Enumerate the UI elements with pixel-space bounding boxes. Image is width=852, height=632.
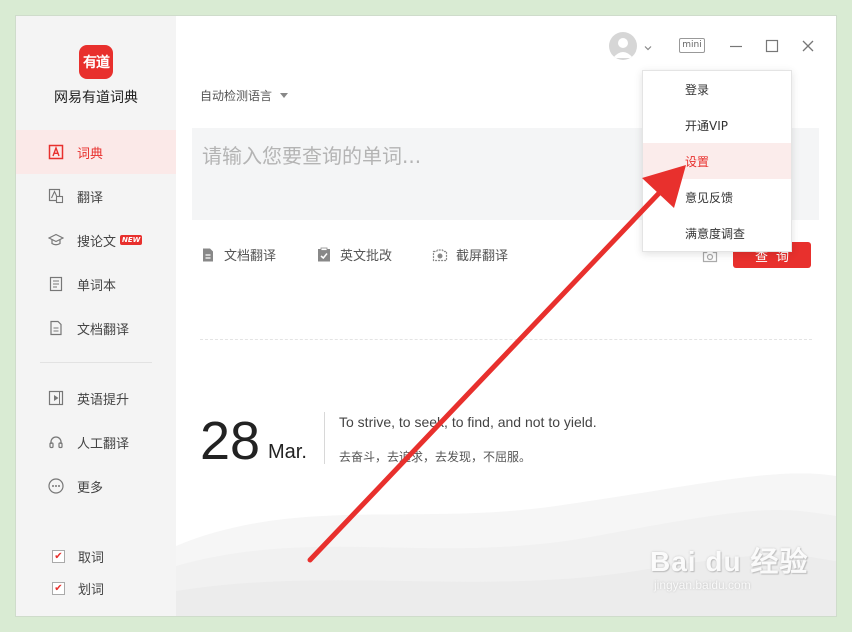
menu-item-vip[interactable]: 开通VIP [643,107,791,143]
maximize-icon[interactable] [764,38,780,54]
translate-icon [48,188,64,204]
tool-label: 文档翻译 [224,249,277,264]
graduation-cap-icon [48,232,64,248]
menu-item-settings[interactable]: 设置 [643,143,791,179]
wave-background [176,473,836,616]
sidebar-item-english-improve[interactable]: 英语提升 [16,376,176,420]
more-icon [48,478,64,494]
checkbox-label: 取词 [78,550,105,566]
sidebar-item-doc-translate[interactable]: 文档翻译 [16,306,176,350]
language-select[interactable]: 自动检测语言 [200,87,289,104]
checkbox-capture-word[interactable]: ✔ [52,549,65,563]
watermark-url: jingyan.baidu.com [654,578,751,592]
wordbook-icon [48,276,64,292]
sidebar-item-label: 人工翻译 [77,436,130,452]
daily-quote-english: To strive, to seek, to find, and not to … [339,414,597,430]
chevron-down-icon[interactable] [642,39,654,51]
sidebar-item-label: 翻译 [77,190,104,206]
avatar[interactable] [609,32,637,60]
headset-icon [48,434,64,450]
dictionary-icon [48,144,64,160]
watermark-logo: Bai du 经验 [650,546,809,577]
checkbox-select-word[interactable]: ✔ [52,581,65,595]
document-icon [200,247,216,263]
capture-options: ✔ 取词 ✔ 划词 [16,540,176,604]
language-select-value: 自动检测语言 [200,89,273,103]
sidebar-item-label: 更多 [77,480,104,496]
tool-doc-translate[interactable]: 文档翻译 [200,245,276,264]
sidebar-nav: 词典 翻译 搜论文 NEW 单词本 文档翻译 [16,130,176,350]
sidebar-item-dictionary[interactable]: 词典 [16,130,176,174]
video-icon [48,390,64,406]
tool-label: 英文批改 [340,249,393,264]
tool-essay-correct[interactable]: 英文批改 [316,245,392,264]
sidebar-item-human-translate[interactable]: 人工翻译 [16,420,176,464]
menu-item-survey[interactable]: 满意度调查 [643,215,791,251]
tool-label: 截屏翻译 [456,249,509,264]
app-logo: 有道 [79,45,113,79]
sidebar-divider [40,362,152,363]
check-document-icon [316,247,332,263]
close-icon[interactable] [800,38,816,54]
sidebar-item-label: 单词本 [77,278,117,294]
sidebar-item-translate[interactable]: 翻译 [16,174,176,218]
sidebar-item-label: 英语提升 [77,392,130,408]
mini-mode-button[interactable]: mini [679,38,705,53]
app-window: 有道 网易有道词典 词典 翻译 搜论文 NEW 单词本 文档翻译 英语提升 人工… [16,16,836,616]
option-capture-word[interactable]: ✔ 取词 [16,540,176,572]
app-name: 网易有道词典 [54,90,138,106]
screenshot-camera-icon [432,247,448,263]
app-logo-text: 有道 [83,55,110,71]
menu-item-feedback[interactable]: 意见反馈 [643,179,791,215]
dashed-divider [200,339,812,340]
watermark: Bai du 经验 jingyan.baidu.com [650,540,808,592]
document-icon [48,320,64,336]
sidebar: 有道 网易有道词典 词典 翻译 搜论文 NEW 单词本 文档翻译 英语提升 人工… [16,16,176,616]
caret-down-icon [280,93,289,98]
sidebar-item-label: 搜论文 [77,234,117,250]
sidebar-item-label: 文档翻译 [77,322,130,338]
tool-bar: 文档翻译 英文批改 截屏翻译 [200,245,548,264]
sidebar-item-paper-search[interactable]: 搜论文 NEW [16,218,176,262]
sidebar-item-more[interactable]: 更多 [16,464,176,508]
minimize-icon[interactable] [728,38,744,54]
option-select-word[interactable]: ✔ 划词 [16,572,176,604]
checkbox-label: 划词 [78,582,105,598]
sidebar-item-wordbook[interactable]: 单词本 [16,262,176,306]
new-badge: NEW [120,235,143,245]
sidebar-item-label: 词典 [77,146,104,162]
sidebar-nav-secondary: 英语提升 人工翻译 更多 [16,376,176,508]
tool-screenshot-translate[interactable]: 截屏翻译 [432,245,508,264]
menu-item-login[interactable]: 登录 [643,71,791,107]
user-dropdown-menu: 登录 开通VIP 设置 意见反馈 满意度调查 [642,70,792,252]
